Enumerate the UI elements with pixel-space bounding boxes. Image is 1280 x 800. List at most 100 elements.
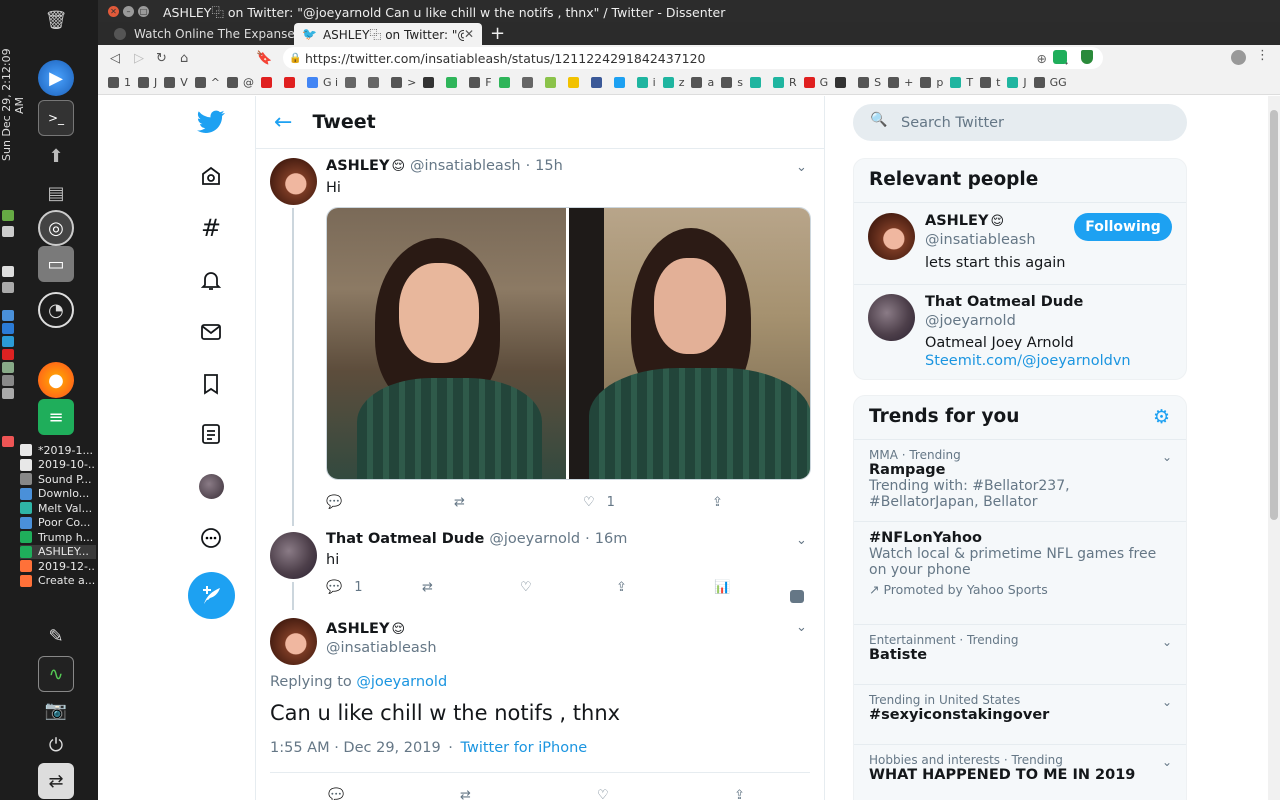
- bookmark-item[interactable]: G: [803, 76, 828, 89]
- chevron-down-icon[interactable]: ⌄: [1162, 695, 1172, 709]
- address-bar[interactable]: 🔒 https://twitter.com/insatiableash/stat…: [283, 47, 1103, 69]
- bookmark-item[interactable]: t: [980, 76, 1000, 89]
- person-handle[interactable]: @joeyarnold: [925, 313, 1016, 329]
- camera-icon[interactable]: 📷: [38, 692, 74, 728]
- bookmark-item[interactable]: [749, 77, 766, 88]
- window-list-item[interactable]: Create a...: [20, 574, 96, 589]
- trend-item[interactable]: MMA · Trending Rampage Trending with: #B…: [854, 440, 1186, 522]
- bookmark-item[interactable]: [590, 77, 607, 88]
- bookmark-item[interactable]: [567, 77, 584, 88]
- bookmark-item[interactable]: [284, 77, 300, 88]
- bookmark-item[interactable]: [446, 77, 462, 88]
- uploader-icon[interactable]: ⬆: [38, 138, 74, 174]
- reload-icon[interactable]: ↻: [156, 51, 167, 66]
- window-list-item[interactable]: Melt Val...: [20, 501, 96, 516]
- retweet-icon[interactable]: ⇄: [454, 495, 465, 510]
- chevron-down-icon[interactable]: ⌄: [1162, 755, 1172, 769]
- back-arrow-icon[interactable]: ←: [274, 110, 292, 135]
- tweet-author-handle[interactable]: @insatiableash: [410, 158, 521, 174]
- trend-item[interactable]: Entertainment · Trending Batiste ⌄: [854, 625, 1186, 685]
- person-handle[interactable]: @insatiableash: [925, 232, 1036, 248]
- home-icon[interactable]: ⌂: [180, 51, 188, 66]
- dissenter-extension-icon[interactable]: [1053, 50, 1067, 64]
- trend-item[interactable]: Hobbies and interests · Trending WHAT HA…: [854, 745, 1186, 800]
- shield-extension-icon[interactable]: [1081, 50, 1093, 64]
- replying-to-link[interactable]: @joeyarnold: [356, 674, 447, 690]
- tray-app-icon[interactable]: [2, 388, 14, 399]
- tweet-author-name[interactable]: ASHLEY: [326, 621, 389, 637]
- bookmark-item[interactable]: [544, 77, 561, 88]
- system-monitor-icon[interactable]: ∿: [38, 656, 74, 692]
- tray-app-icon[interactable]: [2, 282, 14, 293]
- share-icon[interactable]: ⇪: [734, 788, 745, 800]
- bookmark-item[interactable]: GG: [1033, 76, 1067, 89]
- share-icon[interactable]: ⇪: [712, 495, 723, 510]
- tweet-time[interactable]: 15h: [535, 158, 563, 174]
- close-window-button[interactable]: ✕: [108, 5, 119, 17]
- tweet-media[interactable]: [326, 207, 811, 480]
- share-icon[interactable]: ⇪: [616, 580, 627, 595]
- bookmark-item[interactable]: 1: [108, 76, 131, 89]
- messages-envelope-icon[interactable]: [196, 317, 226, 347]
- terminal-icon[interactable]: >_: [38, 100, 74, 136]
- tweet-photo[interactable]: [327, 208, 567, 479]
- bookmark-item[interactable]: +: [888, 76, 913, 89]
- profile-avatar[interactable]: [196, 471, 226, 501]
- following-button[interactable]: Following: [1074, 213, 1172, 241]
- analytics-icon[interactable]: 📊: [714, 580, 730, 595]
- bookmark-item[interactable]: [345, 77, 361, 88]
- bookmark-item[interactable]: i: [636, 76, 656, 89]
- scanner-icon[interactable]: ▤: [38, 175, 74, 211]
- bookmark-item[interactable]: p: [920, 76, 943, 89]
- bookmark-item[interactable]: F: [469, 76, 492, 89]
- bookmark-item[interactable]: [521, 77, 538, 88]
- avatar[interactable]: [868, 213, 915, 260]
- tweet-author-handle[interactable]: @joeyarnold: [489, 531, 580, 547]
- bookmark-item[interactable]: [613, 77, 630, 88]
- tweet-timestamp[interactable]: 1:55 AM · Dec 29, 2019: [270, 740, 441, 756]
- bookmark-item[interactable]: [368, 77, 384, 88]
- forward-icon[interactable]: ▷: [134, 51, 144, 66]
- wifi-icon[interactable]: [2, 226, 14, 237]
- ubuntu-settings-icon[interactable]: ◎: [38, 210, 74, 246]
- like-button[interactable]: ♡ 1: [583, 495, 615, 510]
- trend-item[interactable]: Trending in United States #sexyiconstaki…: [854, 685, 1186, 745]
- bookmark-item[interactable]: [498, 77, 515, 88]
- reply-icon[interactable]: 💬: [328, 788, 344, 800]
- bookmarks-icon[interactable]: [196, 369, 226, 399]
- bookmark-item[interactable]: @: [227, 76, 254, 89]
- bookmark-item[interactable]: J: [1007, 76, 1027, 89]
- tweet-reply[interactable]: That Oatmeal Dude @joeyarnold · 16m ⌄ hi…: [256, 524, 824, 610]
- tray-app-icon[interactable]: [2, 436, 14, 447]
- twitter-logo-icon[interactable]: [196, 107, 226, 137]
- media-player-icon[interactable]: ▶: [38, 60, 74, 96]
- retweet-icon[interactable]: ⇄: [460, 788, 471, 800]
- scrollbar-thumb[interactable]: [1270, 110, 1278, 520]
- bookmark-item[interactable]: z: [662, 76, 684, 89]
- window-list-item[interactable]: *2019-1...: [20, 443, 96, 458]
- retweet-icon[interactable]: ⇄: [422, 580, 433, 595]
- firefox-icon[interactable]: ●: [38, 362, 74, 398]
- bookmark-item[interactable]: R: [772, 76, 797, 89]
- bookmark-item[interactable]: >: [391, 76, 416, 89]
- bookmark-item[interactable]: s: [721, 76, 743, 89]
- bookmark-item[interactable]: V: [164, 76, 188, 89]
- avatar[interactable]: [270, 618, 317, 665]
- close-tab-icon[interactable]: ✕: [464, 27, 474, 41]
- bookmark-item[interactable]: [835, 77, 851, 88]
- back-icon[interactable]: ◁: [110, 51, 120, 66]
- reply-icon[interactable]: 💬: [326, 495, 342, 510]
- home-nav-icon[interactable]: [196, 161, 226, 191]
- more-icon[interactable]: [196, 523, 226, 553]
- tweet-time[interactable]: 16m: [595, 531, 628, 547]
- tray-app-icon[interactable]: [2, 210, 14, 221]
- window-list-item[interactable]: ASHLEY...: [20, 544, 96, 559]
- tweet-author-name[interactable]: That Oatmeal Dude: [326, 531, 484, 547]
- trend-item-promoted[interactable]: #NFLonYahoo Watch local & primetime NFL …: [854, 522, 1186, 625]
- profile-icon[interactable]: [1231, 50, 1246, 65]
- reply-button[interactable]: 💬 1: [326, 580, 362, 595]
- tweet-first[interactable]: ASHLEY 😌 @insatiableash · 15h ⌄ Hi 💬 ⇄ ♡…: [256, 150, 824, 526]
- chevron-down-icon[interactable]: ⌄: [796, 160, 807, 175]
- bookmark-page-icon[interactable]: 🔖: [256, 51, 272, 66]
- bookmark-item[interactable]: [261, 77, 277, 88]
